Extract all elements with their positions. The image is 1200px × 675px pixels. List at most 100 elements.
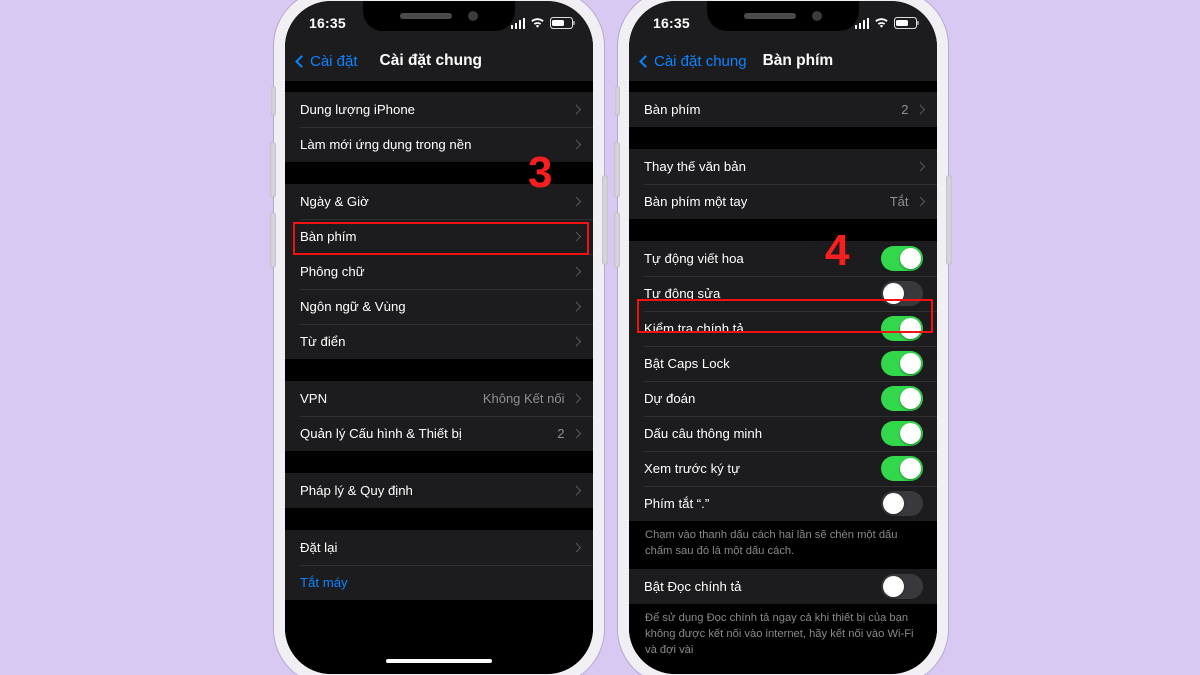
chevron-right-icon [571, 485, 581, 496]
row-label: Đặt lại [300, 540, 338, 555]
screen-right: 16:35 Cài đặt chung Bàn phím Bàn phím 2 … [629, 1, 937, 674]
settings-group-3: VPN Không Kết nối Quản lý Cấu hình & Thi… [285, 381, 593, 451]
list-gap [285, 81, 593, 92]
chevron-right-icon [571, 393, 581, 404]
list-item[interactable]: Pháp lý & Quy định [285, 473, 593, 508]
chevron-left-icon [639, 54, 652, 68]
battery-icon [894, 17, 919, 29]
chevron-right-icon [915, 161, 925, 172]
notch-left [363, 1, 515, 31]
toggle-smart-punctuation[interactable] [881, 421, 923, 446]
row-label: Từ điển [300, 334, 346, 349]
toggle-predictive[interactable] [881, 386, 923, 411]
power-button-right[interactable] [946, 175, 952, 265]
list-item[interactable]: Quản lý Cấu hình & Thiết bị 2 [285, 416, 593, 451]
chevron-right-icon [915, 196, 925, 207]
list-item-character-preview[interactable]: Xem trước ký tự [629, 451, 937, 486]
volume-up-button-right[interactable] [614, 142, 620, 198]
list-item[interactable]: Bàn phím một tay Tắt [629, 184, 937, 219]
power-button-left[interactable] [602, 175, 608, 265]
row-label: Bật Caps Lock [644, 356, 730, 371]
chevron-right-icon [571, 139, 581, 150]
volume-down-button-left[interactable] [270, 212, 276, 268]
iphone-device-right: 16:35 Cài đặt chung Bàn phím Bàn phím 2 … [614, 0, 952, 675]
chevron-right-icon [571, 428, 581, 439]
wifi-icon [531, 17, 544, 28]
back-button-left[interactable]: Cài đặt [295, 52, 358, 70]
list-item[interactable]: Đặt lại [285, 530, 593, 565]
front-camera-icon [468, 11, 478, 21]
silent-switch-right[interactable] [615, 86, 620, 116]
notch-right [707, 1, 859, 31]
chevron-right-icon [571, 542, 581, 553]
chevron-right-icon [571, 196, 581, 207]
list-item-auto-capitalization[interactable]: Tự động viết hoa [629, 241, 937, 276]
row-label: Bàn phím một tay [644, 194, 748, 209]
row-label: Phông chữ [300, 264, 365, 279]
list-item-dictation[interactable]: Bật Đọc chính tả [629, 569, 937, 604]
list-item[interactable]: Dung lượng iPhone [285, 92, 593, 127]
home-indicator-left[interactable] [386, 659, 492, 663]
list-item[interactable]: VPN Không Kết nối [285, 381, 593, 416]
list-item-predictive[interactable]: Dự đoán [629, 381, 937, 416]
row-value: 2 [901, 102, 909, 117]
wifi-icon [875, 17, 888, 28]
row-label: Bật Đọc chính tả [644, 578, 742, 594]
toggle-spell-check[interactable] [881, 316, 923, 341]
back-button-right[interactable]: Cài đặt chung [639, 53, 747, 70]
row-label: Tự động sửa [644, 286, 721, 301]
list-item-auto-correction[interactable]: Tự động sửa [629, 276, 937, 311]
list-item[interactable]: Ngôn ngữ & Vùng [285, 289, 593, 324]
list-item[interactable]: Bàn phím 2 [629, 92, 937, 127]
row-label: Ngôn ngữ & Vùng [300, 299, 406, 314]
list-item[interactable]: Thay thế văn bản [629, 149, 937, 184]
list-gap [629, 219, 937, 241]
toggle-period-shortcut[interactable] [881, 491, 923, 516]
text-replacement-group: Thay thế văn bản Bàn phím một tay Tắt [629, 149, 937, 219]
nav-bar-right: Cài đặt chung Bàn phím [629, 41, 937, 81]
earpiece-speaker-icon [400, 13, 452, 19]
list-item-smart-punctuation[interactable]: Dấu câu thông minh [629, 416, 937, 451]
row-label: Bàn phím [644, 102, 701, 117]
volume-up-button-left[interactable] [270, 142, 276, 198]
page-title-right: Bàn phím [762, 52, 834, 69]
toggle-caps-lock[interactable] [881, 351, 923, 376]
list-item[interactable]: Phông chữ [285, 254, 593, 289]
row-label: Dự đoán [644, 391, 696, 406]
toggle-dictation[interactable] [881, 573, 923, 599]
screenshot-stage: 16:35 Cài đặt Cài đặt chung Dung lượng i… [0, 0, 1200, 675]
list-gap [285, 451, 593, 473]
chevron-right-icon [571, 231, 581, 242]
page-title-left: Cài đặt chung [379, 52, 483, 69]
list-item[interactable]: Từ điển [285, 324, 593, 359]
step-number-3: 3 [528, 148, 553, 197]
row-label: Xem trước ký tự [644, 461, 740, 476]
chevron-right-icon [915, 104, 925, 115]
footnote-period-shortcut: Chạm vào thanh dấu cách hai lần sẽ chèn … [629, 521, 937, 569]
sidebar-item-ban-phim[interactable]: Bàn phím [285, 219, 593, 254]
keyboards-group: Bàn phím 2 [629, 92, 937, 127]
dictation-group: Bật Đọc chính tả [629, 568, 937, 604]
silent-switch-left[interactable] [271, 86, 276, 116]
row-label: Dấu câu thông minh [644, 426, 763, 441]
list-gap [629, 127, 937, 149]
row-label: VPN [300, 391, 328, 406]
chevron-right-icon [571, 301, 581, 312]
toggle-auto-capitalization[interactable] [881, 246, 923, 271]
row-label: Tắt máy [300, 575, 348, 590]
shutdown-item[interactable]: Tắt máy [285, 565, 593, 600]
list-item-caps-lock[interactable]: Bật Caps Lock [629, 346, 937, 381]
earpiece-speaker-icon [744, 13, 796, 19]
volume-down-button-right[interactable] [614, 212, 620, 268]
keyboard-settings-list[interactable]: Bàn phím 2 Thay thế văn bản Bàn phím một… [629, 81, 937, 674]
back-button-label: Cài đặt [310, 52, 358, 70]
row-label: Bàn phím [300, 229, 357, 244]
toggle-character-preview[interactable] [881, 456, 923, 481]
list-gap [285, 508, 593, 530]
list-item-period-shortcut[interactable]: Phím tắt “.” [629, 486, 937, 521]
status-clock: 16:35 [309, 15, 346, 31]
list-item-spell-check[interactable]: Kiểm tra chính tả [629, 311, 937, 346]
row-label: Thay thế văn bản [644, 159, 746, 174]
toggle-auto-correction[interactable] [881, 281, 923, 306]
settings-group-2: Ngày & Giờ Bàn phím Phông chữ Ngôn ngữ &… [285, 184, 593, 359]
